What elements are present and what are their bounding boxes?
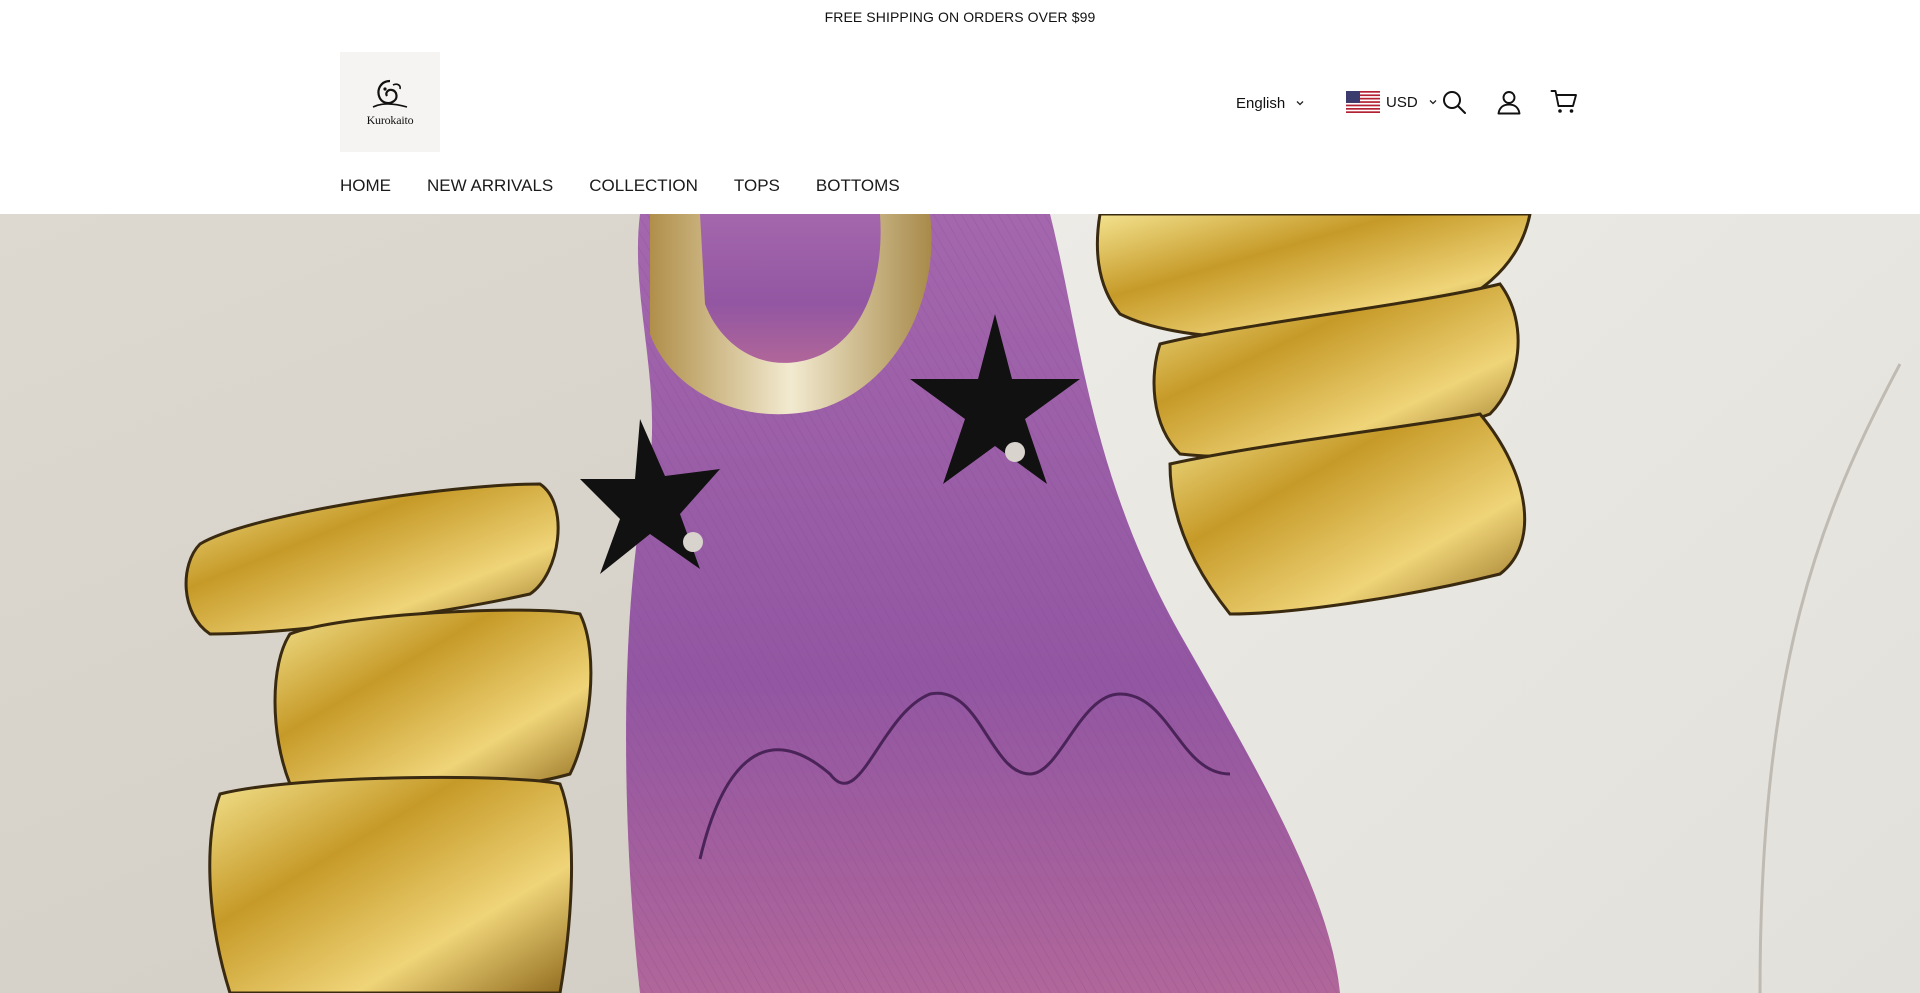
main-nav: HOME NEW ARRIVALS COLLECTION TOPS BOTTOM…	[340, 174, 900, 198]
hero-banner[interactable]	[0, 214, 1920, 993]
nav-item-new-arrivals[interactable]: NEW ARRIVALS	[427, 176, 553, 196]
chevron-down-icon	[1296, 101, 1304, 106]
nav-item-tops[interactable]: TOPS	[734, 176, 780, 196]
chevron-down-icon	[1429, 100, 1437, 105]
cart-button[interactable]	[1550, 88, 1578, 116]
announcement-bar: FREE SHIPPING ON ORDERS OVER $99	[0, 0, 1920, 34]
product-closeup-image	[0, 214, 1920, 993]
currency-label: USD	[1386, 93, 1418, 111]
language-label: English	[1236, 94, 1286, 112]
us-flag-icon	[1346, 91, 1380, 113]
nav-item-collection[interactable]: COLLECTION	[589, 176, 698, 196]
search-icon	[1443, 91, 1466, 114]
brand-name: Kurokaito	[366, 112, 414, 127]
search-button[interactable]	[1440, 88, 1468, 116]
cart-icon	[1550, 90, 1577, 113]
nav-item-home[interactable]: HOME	[340, 176, 391, 196]
currency-selector[interactable]: USD	[1346, 89, 1438, 115]
brand-logo[interactable]: Kurokaito	[340, 52, 440, 152]
language-selector[interactable]: English	[1236, 91, 1305, 115]
account-button[interactable]	[1495, 88, 1523, 116]
brand-logo-icon	[372, 79, 408, 108]
announcement-text: FREE SHIPPING ON ORDERS OVER $99	[824, 9, 1096, 25]
account-icon	[1497, 91, 1521, 115]
nav-item-bottoms[interactable]: BOTTOMS	[816, 176, 900, 196]
